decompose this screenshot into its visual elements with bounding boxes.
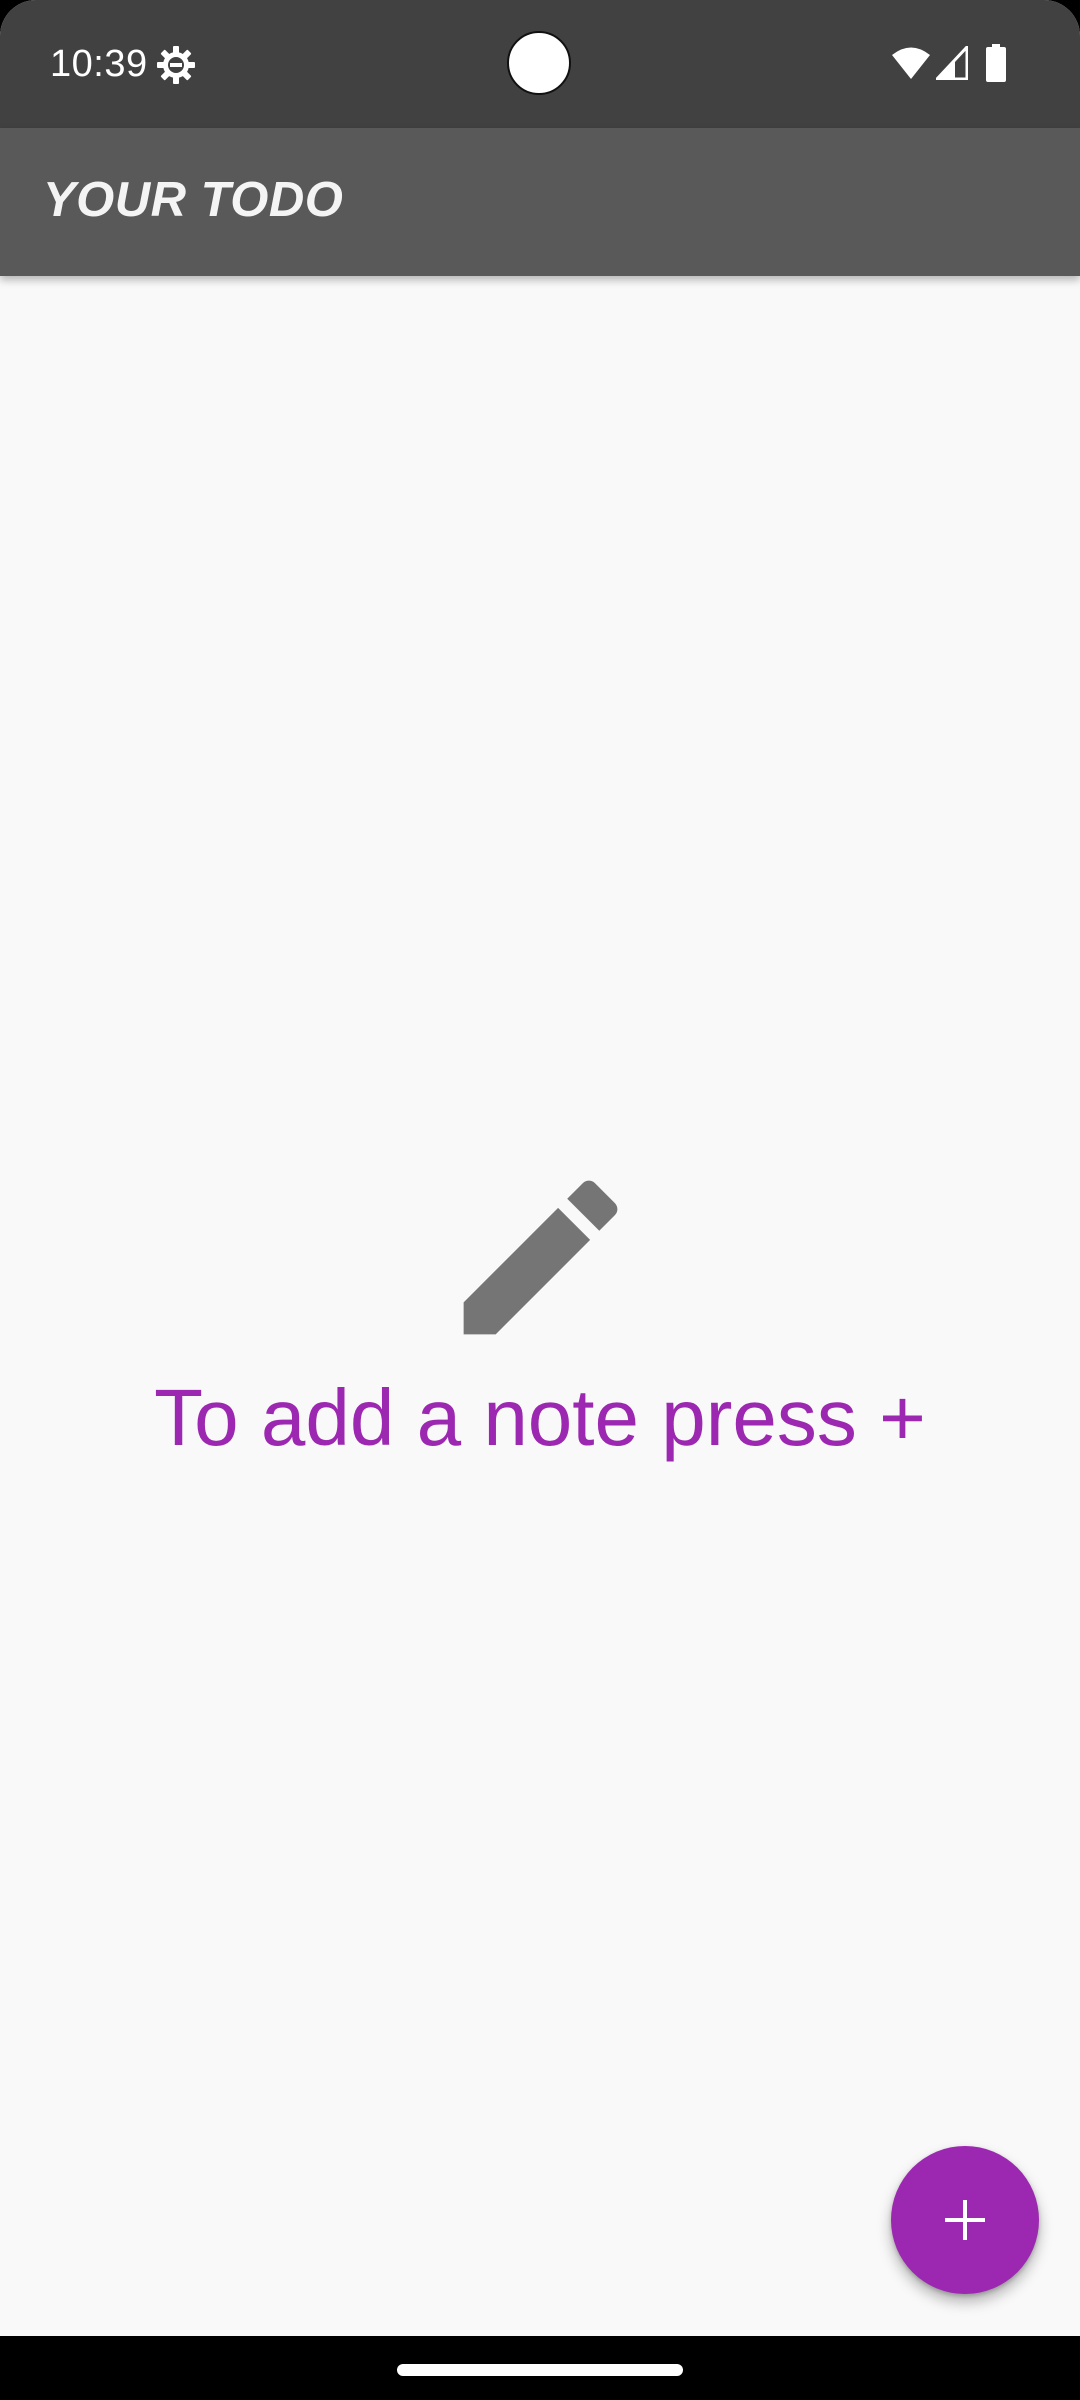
app-screen: 10:39 YOUR TODO To add a note press +: [0, 0, 1080, 2400]
pencil-icon: [463, 1180, 617, 1335]
add-note-button[interactable]: [891, 2146, 1039, 2294]
app-bar: YOUR TODO: [0, 128, 1080, 276]
battery-icon: [986, 44, 1006, 82]
status-time: 10:39: [50, 43, 148, 85]
plus-icon: [945, 2200, 985, 2240]
navigation-bar: [0, 2336, 1080, 2400]
camera-cutout: [507, 31, 571, 95]
app-title: YOUR TODO: [43, 173, 344, 227]
empty-state: To add a note press +: [0, 1155, 1080, 1468]
status-bar: 10:39: [0, 0, 1080, 128]
empty-message: To add a note press +: [154, 1373, 926, 1462]
signal-icon: [936, 46, 968, 80]
wifi-icon: [892, 47, 930, 79]
gear-icon: [157, 46, 195, 84]
home-indicator[interactable]: [397, 2364, 683, 2376]
